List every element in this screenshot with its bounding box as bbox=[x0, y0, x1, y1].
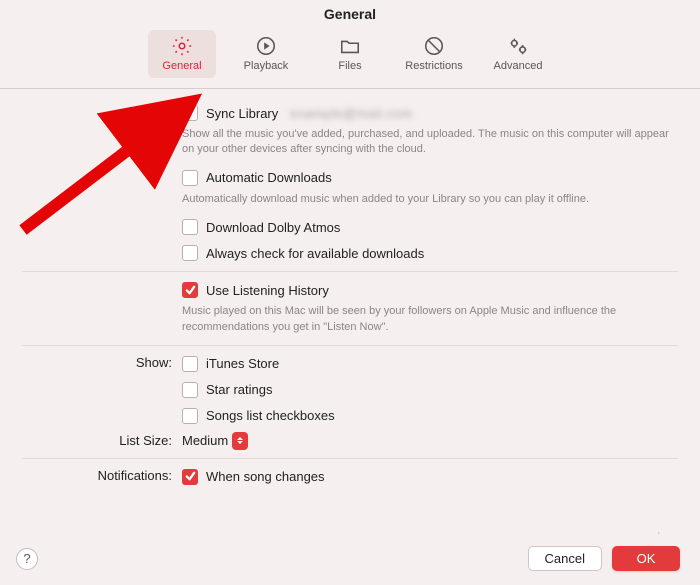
prefs-content: Library: Sync Library example@mail.com S… bbox=[0, 89, 700, 487]
window-title: General bbox=[0, 0, 700, 26]
song-changes-checkbox[interactable] bbox=[182, 469, 198, 485]
song-changes-label: When song changes bbox=[206, 469, 325, 484]
dolby-label: Download Dolby Atmos bbox=[206, 220, 340, 235]
auto-downloads-desc: Automatically download music when added … bbox=[182, 192, 678, 207]
listening-history-checkbox[interactable] bbox=[182, 282, 198, 298]
ok-button[interactable]: OK bbox=[612, 546, 680, 571]
gears-icon bbox=[506, 34, 530, 58]
sync-library-checkbox[interactable] bbox=[182, 105, 198, 121]
dolby-checkbox[interactable] bbox=[182, 219, 198, 235]
tab-label-advanced: Advanced bbox=[494, 60, 543, 72]
folder-icon bbox=[338, 34, 362, 58]
sync-library-account: example@mail.com bbox=[290, 106, 412, 121]
divider bbox=[22, 271, 678, 272]
list-size-value: Medium bbox=[182, 433, 228, 448]
tab-restrictions[interactable]: Restrictions bbox=[400, 30, 468, 78]
library-section-label: Library: bbox=[22, 103, 182, 119]
play-icon bbox=[254, 34, 278, 58]
itunes-store-label: iTunes Store bbox=[206, 356, 279, 371]
tab-files[interactable]: Files bbox=[316, 30, 384, 78]
tab-label-restrictions: Restrictions bbox=[405, 60, 462, 72]
songs-list-checkbox[interactable] bbox=[182, 408, 198, 424]
list-size-label: List Size: bbox=[22, 432, 182, 448]
sync-library-label: Sync Library bbox=[206, 106, 278, 121]
cancel-button[interactable]: Cancel bbox=[528, 546, 602, 571]
divider bbox=[22, 345, 678, 346]
sync-library-desc: Show all the music you've added, purchas… bbox=[182, 127, 678, 158]
restriction-icon bbox=[422, 34, 446, 58]
list-size-select[interactable]: Medium bbox=[182, 432, 248, 450]
footer: ? Cancel OK bbox=[0, 534, 700, 585]
songs-list-label: Songs list checkboxes bbox=[206, 408, 335, 423]
listening-history-desc: Music played on this Mac will be seen by… bbox=[182, 304, 678, 335]
divider bbox=[22, 458, 678, 459]
tab-label-general: General bbox=[162, 60, 201, 72]
itunes-store-checkbox[interactable] bbox=[182, 356, 198, 372]
listening-history-label: Use Listening History bbox=[206, 283, 329, 298]
tab-label-playback: Playback bbox=[244, 60, 289, 72]
notifications-label: Notifications: bbox=[22, 467, 182, 483]
always-check-checkbox[interactable] bbox=[182, 245, 198, 261]
always-check-label: Always check for available downloads bbox=[206, 246, 424, 261]
tab-label-files: Files bbox=[338, 60, 361, 72]
show-section-label: Show: bbox=[22, 354, 182, 370]
star-ratings-label: Star ratings bbox=[206, 382, 272, 397]
chevron-updown-icon bbox=[232, 432, 248, 450]
help-button[interactable]: ? bbox=[16, 548, 38, 570]
auto-downloads-checkbox[interactable] bbox=[182, 170, 198, 186]
star-ratings-checkbox[interactable] bbox=[182, 382, 198, 398]
prefs-tabbar: General Playback Files Restrictions Adva… bbox=[0, 26, 700, 89]
auto-downloads-label: Automatic Downloads bbox=[206, 170, 332, 185]
gear-icon bbox=[170, 34, 194, 58]
tab-general[interactable]: General bbox=[148, 30, 216, 78]
tab-advanced[interactable]: Advanced bbox=[484, 30, 552, 78]
tab-playback[interactable]: Playback bbox=[232, 30, 300, 78]
